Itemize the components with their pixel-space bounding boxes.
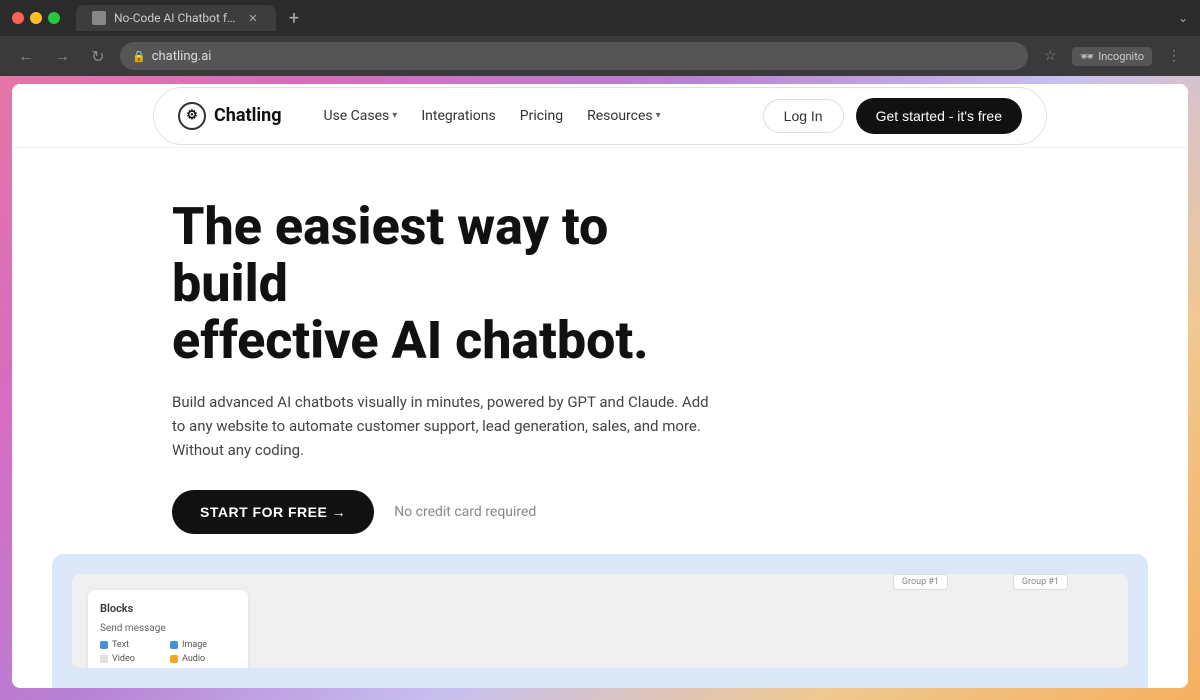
block-audio[interactable]: Audio [170,654,236,664]
hero-subtext: Build advanced AI chatbots visually in m… [172,390,712,462]
video-block-icon [100,655,108,663]
website-frame: ⚙ Chatling Use Cases ▾ Integrations Pric… [12,84,1188,688]
close-button[interactable] [12,12,24,24]
reload-button[interactable]: ↻ [84,42,112,70]
toolbar-right: ☆ 🕶 Incognito ⋮ [1036,42,1188,70]
block-video[interactable]: Video [100,654,166,664]
hero-section: The easiest way to build effective AI ch… [12,148,772,554]
no-credit-card-text: No credit card required [394,504,536,520]
start-free-button[interactable]: START FOR FREE → [172,490,374,534]
maximize-button[interactable] [48,12,60,24]
browser-expand-button[interactable]: ⌄ [1178,11,1188,25]
nav-pricing[interactable]: Pricing [510,102,573,130]
traffic-lights [12,12,60,24]
audio-block-icon [170,655,178,663]
logo-icon: ⚙ [178,102,206,130]
site-navigation: ⚙ Chatling Use Cases ▾ Integrations Pric… [12,84,1188,148]
text-block-icon [100,641,108,649]
tab-close-button[interactable]: ✕ [246,11,260,25]
browser-titlebar: No-Code AI Chatbot for You... ✕ + ⌄ [0,0,1200,36]
canvas-group-label-2: Group #1 [1013,574,1068,590]
browser-toolbar: ← → ↻ 🔒 chatling.ai ☆ 🕶 Incognito ⋮ [0,36,1200,76]
product-preview: Blocks Send message Text Image [52,554,1148,688]
blocks-grid: Text Image Video Audio [100,640,236,664]
block-image[interactable]: Image [170,640,236,650]
canvas-group-label-1: Group #1 [893,574,948,590]
back-button[interactable]: ← [12,42,40,70]
panel-title: Blocks [100,602,236,615]
site-logo[interactable]: ⚙ Chatling [178,102,281,130]
hero-actions: START FOR FREE → No credit card required [172,490,732,534]
preview-inner: Blocks Send message Text Image [72,574,1128,668]
hero-headline: The easiest way to build effective AI ch… [172,198,732,370]
logo-text: Chatling [214,105,281,126]
panel-section-title: Send message [100,623,236,634]
incognito-label: Incognito [1098,50,1144,63]
blocks-panel: Blocks Send message Text Image [88,590,248,668]
nav-actions: Log In Get started - it's free [763,98,1022,134]
bookmark-button[interactable]: ☆ [1036,42,1064,70]
incognito-icon: 🕶 [1080,50,1094,63]
block-text[interactable]: Text [100,640,166,650]
tab-bar: No-Code AI Chatbot for You... ✕ + [76,4,1170,32]
minimize-button[interactable] [30,12,42,24]
more-options-button[interactable]: ⋮ [1160,42,1188,70]
url-text: chatling.ai [152,49,212,64]
nav-use-cases[interactable]: Use Cases ▾ [313,102,407,130]
forward-button[interactable]: → [48,42,76,70]
tab-favicon [92,11,106,25]
tab-title: No-Code AI Chatbot for You... [114,11,238,25]
new-tab-button[interactable]: + [280,4,308,32]
nav-links: Use Cases ▾ Integrations Pricing Resourc… [313,102,670,130]
login-button[interactable]: Log In [763,99,844,133]
image-block-icon [170,641,178,649]
address-bar[interactable]: 🔒 chatling.ai [120,42,1028,70]
chevron-down-icon-2: ▾ [656,110,661,121]
nav-inner: ⚙ Chatling Use Cases ▾ Integrations Pric… [153,87,1047,145]
active-tab[interactable]: No-Code AI Chatbot for You... ✕ [76,5,276,31]
chevron-down-icon: ▾ [392,110,397,121]
get-started-button[interactable]: Get started - it's free [856,98,1022,134]
incognito-badge: 🕶 Incognito [1072,47,1152,66]
nav-integrations[interactable]: Integrations [411,102,505,130]
lock-icon: 🔒 [132,50,146,63]
browser-window: No-Code AI Chatbot for You... ✕ + ⌄ ← → … [0,0,1200,700]
nav-resources[interactable]: Resources ▾ [577,102,671,130]
